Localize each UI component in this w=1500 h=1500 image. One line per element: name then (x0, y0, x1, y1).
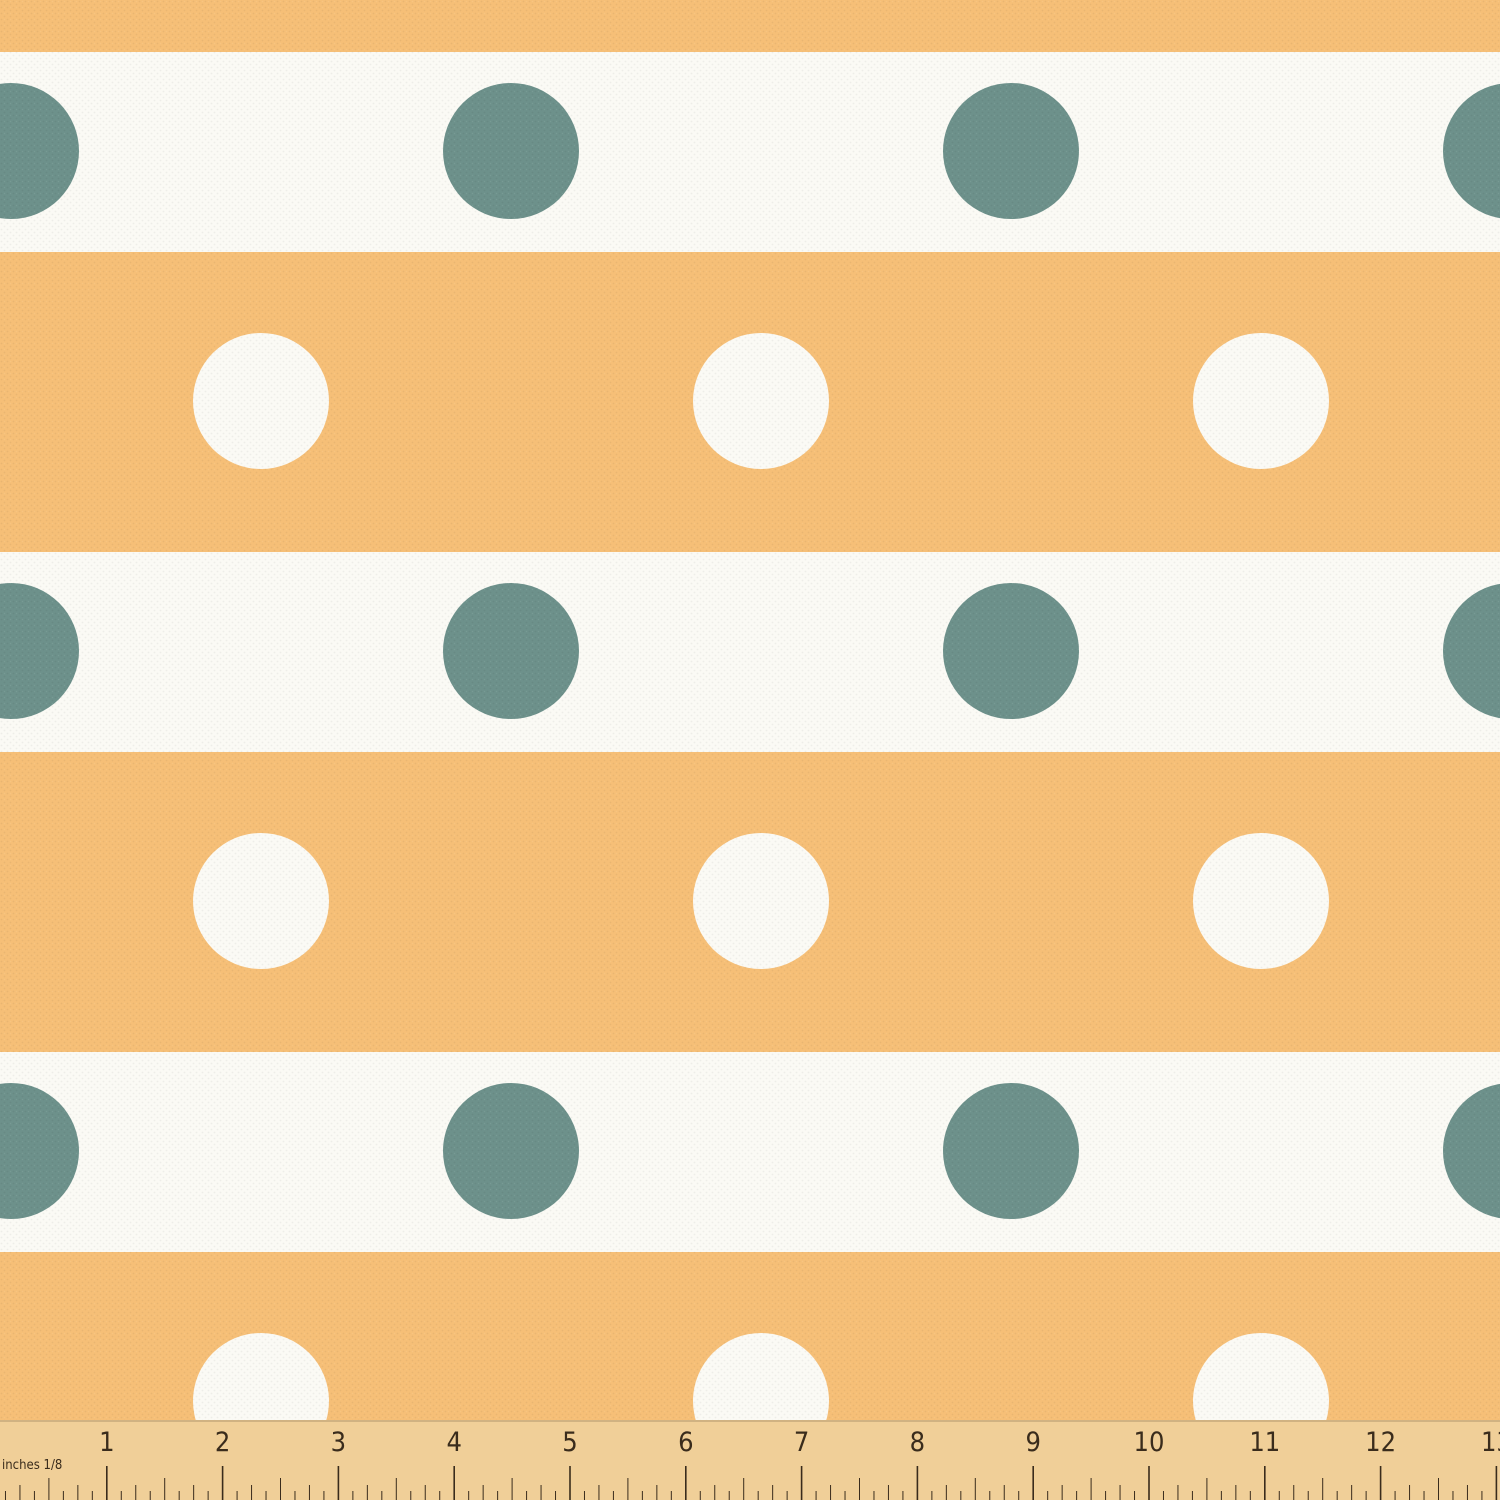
ruler-number: 6 (678, 1427, 693, 1458)
ruler-number: 4 (446, 1427, 461, 1458)
ruler-number: 10 (1134, 1427, 1165, 1458)
ruler-unit-label: inches 1/8 (2, 1458, 62, 1473)
ruler-number: 9 (1025, 1427, 1040, 1458)
ruler-number: 12 (1365, 1427, 1396, 1458)
measuring-ruler: inches 1/8 12345678910111213 (0, 1420, 1500, 1500)
ruler-number: 3 (331, 1427, 346, 1458)
ruler-number: 1 (99, 1427, 114, 1458)
ruler-number: 2 (215, 1427, 230, 1458)
ruler-number: 7 (794, 1427, 809, 1458)
ruler-number: 13 (1481, 1427, 1500, 1458)
ruler-number: 11 (1249, 1427, 1280, 1458)
polka-dot-fabric (0, 0, 1500, 1420)
ruler-number: 5 (562, 1427, 577, 1458)
weave-texture (0, 0, 1500, 1420)
ruler-number: 8 (910, 1427, 925, 1458)
